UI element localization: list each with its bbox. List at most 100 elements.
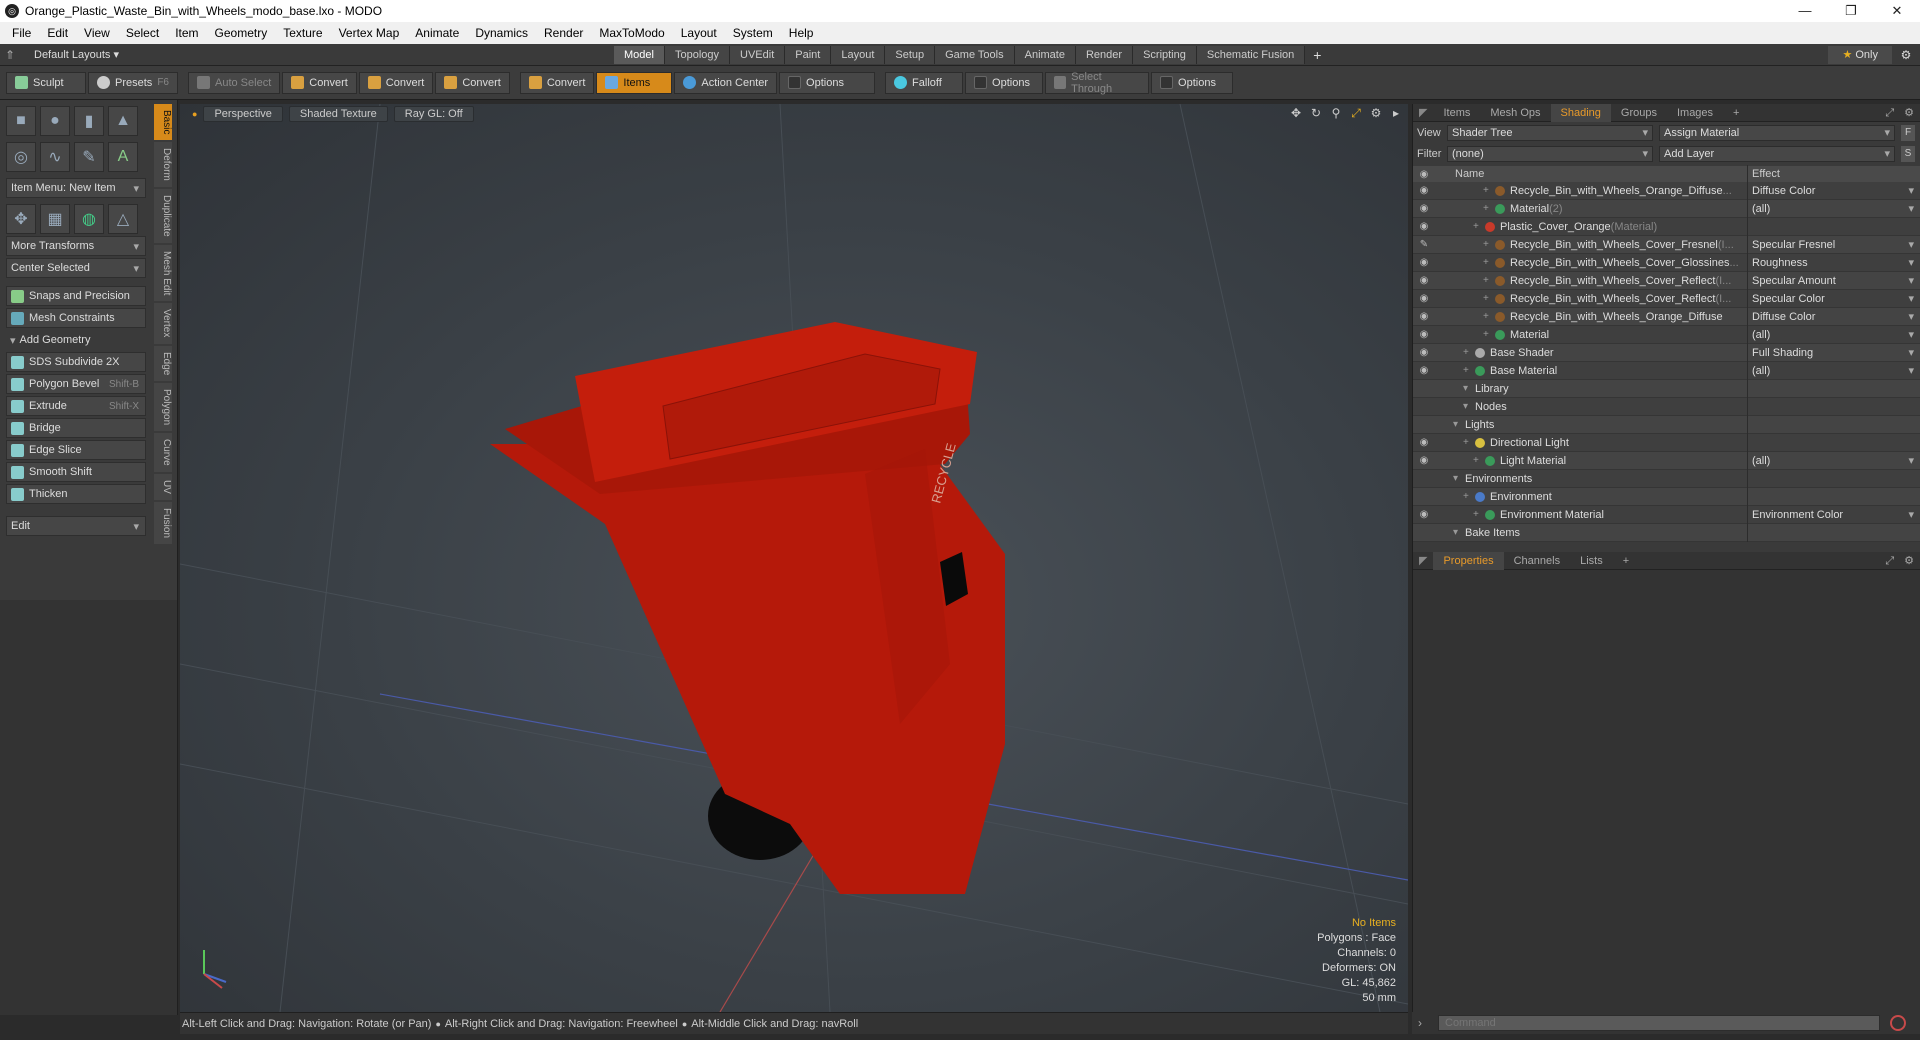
transform-icon[interactable]: ✥ — [6, 204, 36, 234]
view-dropdown[interactable]: Shader Tree — [1447, 124, 1653, 141]
name-column-header[interactable]: Name — [1435, 168, 1747, 180]
tab-images[interactable]: Images — [1667, 104, 1723, 122]
expand-toggle-icon[interactable]: + — [1483, 293, 1495, 304]
gear-icon[interactable]: ⚙ — [1892, 48, 1920, 62]
expand-toggle-icon[interactable]: + — [1463, 437, 1475, 448]
shader-tree-row[interactable]: ◉ + Recycle_Bin_with_Wheels_Cover_Reflect … — [1413, 289, 1920, 308]
tab-setup[interactable]: Setup — [885, 45, 936, 64]
tab-schematic-fusion[interactable]: Schematic Fusion — [1196, 45, 1306, 64]
tab-game-tools[interactable]: Game Tools — [935, 45, 1015, 64]
snaps-precision-button[interactable]: Snaps and Precision — [6, 286, 146, 306]
tab-model[interactable]: Model — [614, 45, 665, 64]
expand-toggle-icon[interactable]: ▾ — [1463, 383, 1475, 394]
menu-help[interactable]: Help — [781, 26, 822, 40]
mesh-constraints-button[interactable]: Mesh Constraints — [6, 308, 146, 328]
visibility-toggle-icon[interactable]: ◉ — [1413, 185, 1435, 196]
close-button[interactable]: ✕ — [1874, 3, 1920, 19]
add-panel-tab-icon[interactable]: + — [1723, 104, 1749, 122]
shaded-texture-button[interactable]: Shaded Texture — [288, 106, 388, 122]
default-layouts-dropdown[interactable]: Default Layouts ▾ — [34, 48, 614, 61]
menu-item[interactable]: Item — [167, 26, 206, 40]
vtab-fusion[interactable]: Fusion — [154, 501, 172, 544]
menu-view[interactable]: View — [76, 26, 118, 40]
tab-render[interactable]: Render — [1075, 45, 1134, 64]
f-button[interactable]: F — [1901, 124, 1915, 141]
select-through-button[interactable]: Select Through — [1045, 71, 1150, 95]
falloff-options-button[interactable]: Options — [965, 71, 1044, 94]
vtab-vertex[interactable]: Vertex — [154, 303, 172, 344]
edge-slice-button[interactable]: Edge Slice — [6, 440, 146, 460]
panel-gear-icon[interactable]: ⚙ — [1898, 104, 1920, 122]
filter-dropdown[interactable]: (none) — [1447, 145, 1653, 162]
tab-mesh-ops[interactable]: Mesh Ops — [1480, 104, 1550, 122]
panel-gear-icon[interactable]: ⚙ — [1898, 552, 1920, 570]
presets-button[interactable]: Presets F6 — [88, 71, 178, 94]
vtab-duplicate[interactable]: Duplicate — [154, 189, 172, 243]
expand-toggle-icon[interactable]: ▾ — [1453, 473, 1465, 484]
tab-channels[interactable]: Channels — [1504, 552, 1570, 570]
shader-tree-row[interactable]: ◉ + Light Material (all) — [1413, 451, 1920, 470]
shader-tree-row[interactable]: ◉ + Environment Material Environment Color — [1413, 505, 1920, 524]
select-options-button[interactable]: Options — [1151, 71, 1234, 94]
extrude-button[interactable]: Extrude Shift-X — [6, 396, 146, 416]
viewport-gear-icon[interactable]: ⚙ — [1366, 106, 1386, 121]
tab-animate[interactable]: Animate — [1014, 45, 1076, 64]
convert-vertex-button[interactable]: Convert — [282, 71, 357, 94]
vtab-deform[interactable]: Deform — [154, 142, 172, 188]
layer-effect-cell[interactable]: (all) — [1747, 325, 1920, 344]
expand-toggle-icon[interactable]: ▾ — [1453, 527, 1465, 538]
panel-expand-icon[interactable]: ⤢ — [1881, 552, 1898, 570]
tab-topology[interactable]: Topology — [664, 45, 731, 64]
vtab-edge[interactable]: Edge — [154, 345, 172, 382]
visibility-toggle-icon[interactable]: ◉ — [1413, 347, 1435, 358]
thicken-button[interactable]: Thicken — [6, 484, 146, 504]
grid-icon[interactable]: ▦ — [40, 204, 70, 234]
tab-scripting[interactable]: Scripting — [1133, 45, 1197, 64]
tab-items[interactable]: Items — [1433, 104, 1480, 122]
add-panel-tab-icon[interactable]: + — [1613, 552, 1639, 570]
tab-shading[interactable]: Shading — [1550, 103, 1611, 122]
layer-effect-cell[interactable]: Specular Color — [1747, 289, 1920, 308]
shader-tree-row[interactable]: ◉ + Directional Light — [1413, 433, 1920, 452]
sculpt-button[interactable]: Sculpt — [6, 71, 86, 94]
shader-tree-row[interactable]: ▾ Lights — [1413, 415, 1920, 434]
cylinder-icon[interactable]: ▮ — [74, 106, 104, 136]
visibility-toggle-icon[interactable]: ◉ — [1413, 455, 1435, 466]
items-mode-button[interactable]: Items — [596, 71, 673, 94]
shader-tree-row[interactable]: ◉ + Recycle_Bin_with_Wheels_Orange_Diffuse… — [1413, 181, 1920, 200]
add-layer-dropdown[interactable]: Add Layer — [1659, 145, 1895, 162]
more-transforms-dropdown[interactable]: More Transforms — [6, 236, 146, 256]
rotate-view-icon[interactable]: ↻ — [1306, 106, 1326, 121]
layer-effect-cell[interactable]: Environment Color — [1747, 505, 1920, 524]
menu-file[interactable]: File — [4, 26, 39, 40]
shader-tree-row[interactable]: ✎ + Recycle_Bin_with_Wheels_Cover_Fresnel … — [1413, 235, 1920, 254]
pen-icon[interactable]: ✎ — [74, 142, 104, 172]
menu-animate[interactable]: Animate — [407, 26, 467, 40]
visibility-toggle-icon[interactable]: ◉ — [1413, 437, 1435, 448]
zoom-icon[interactable]: ⚲ — [1326, 106, 1346, 121]
tab-properties[interactable]: Properties — [1433, 551, 1504, 570]
command-input[interactable] — [1438, 1015, 1880, 1031]
minimize-button[interactable]: — — [1782, 3, 1828, 19]
raygl-button[interactable]: Ray GL: Off — [393, 106, 474, 122]
vtab-polygon[interactable]: Polygon — [154, 383, 172, 432]
expand-toggle-icon[interactable]: + — [1473, 509, 1485, 520]
convert-polygon-button[interactable]: Convert — [435, 71, 510, 94]
shader-tree-row[interactable]: ▾ Nodes — [1413, 397, 1920, 416]
shader-tree-row[interactable]: ◉ + Plastic_Cover_Orange (Material) — [1413, 217, 1920, 236]
expand-toggle-icon[interactable]: + — [1483, 257, 1495, 268]
expand-toggle-icon[interactable]: + — [1463, 491, 1475, 502]
panel-menu-icon[interactable]: ◤ — [1413, 104, 1433, 122]
shader-tree-row[interactable]: ◉ + Base Shader Full Shading — [1413, 343, 1920, 362]
tab-groups[interactable]: Groups — [1611, 104, 1667, 122]
visibility-toggle-icon[interactable]: ✎ — [1413, 239, 1435, 250]
expand-toggle-icon[interactable]: + — [1483, 239, 1495, 250]
menu-vertex-map[interactable]: Vertex Map — [331, 26, 408, 40]
sds-subdivide-button[interactable]: SDS Subdivide 2X — [6, 352, 146, 372]
cube-icon[interactable]: ■ — [6, 106, 36, 136]
layer-effect-cell[interactable]: (all) — [1747, 451, 1920, 470]
layer-effect-cell[interactable]: Diffuse Color — [1747, 181, 1920, 200]
menu-geometry[interactable]: Geometry — [207, 26, 276, 40]
add-geometry-header[interactable]: ▾ Add Geometry — [6, 330, 146, 350]
tab-layout[interactable]: Layout — [831, 45, 886, 64]
